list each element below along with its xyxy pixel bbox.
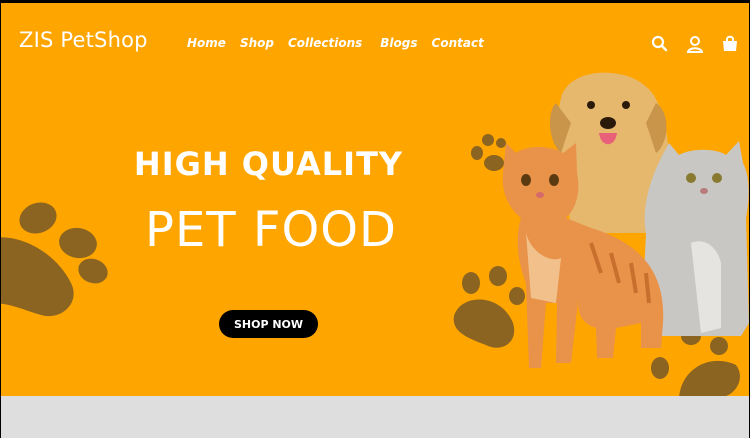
brand-logo[interactable]: ZIS PetShop [19, 28, 148, 52]
main-navigation: Home Shop Collections Blogs Contact [187, 36, 498, 50]
nav-item-collections[interactable]: Collections [288, 36, 362, 50]
shop-now-button[interactable]: SHOP NOW [219, 310, 318, 338]
hero-headline-top: HIGH QUALITY [133, 145, 404, 183]
nav-item-blogs[interactable]: Blogs [380, 36, 417, 50]
nav-item-contact[interactable]: Contact [432, 36, 484, 50]
hero-headline-main: PET FOOD [145, 202, 397, 258]
header-icons [649, 33, 741, 55]
nav-item-shop[interactable]: Shop [240, 36, 274, 50]
footer-strip [1, 396, 749, 438]
paw-print-right [651, 327, 740, 396]
hero-illustration [1, 72, 749, 396]
search-icon[interactable] [649, 33, 671, 55]
shopping-bag-icon[interactable] [719, 33, 741, 55]
user-icon[interactable] [684, 33, 706, 55]
paw-print-middle [453, 266, 525, 348]
hero-section: ZIS PetShop Home Shop Collections Blogs … [1, 3, 749, 396]
nav-item-home[interactable]: Home [187, 36, 226, 50]
page-frame: ZIS PetShop Home Shop Collections Blogs … [0, 0, 750, 438]
